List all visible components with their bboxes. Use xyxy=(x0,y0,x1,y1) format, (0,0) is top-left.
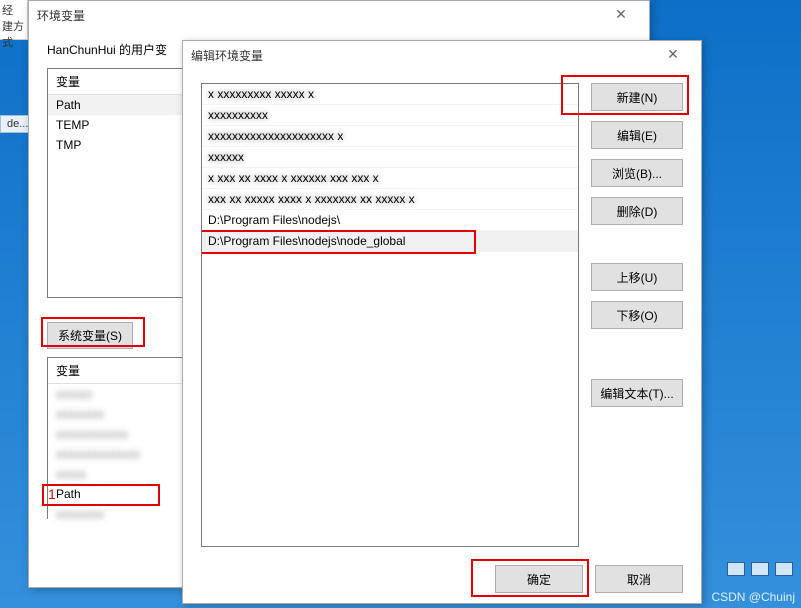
path-item[interactable]: x xxxxxxxxx xxxxx x xyxy=(202,84,578,105)
edit-title: 编辑环境变量 xyxy=(191,47,263,64)
path-item[interactable]: x xxx xx xxxx x xxxxxx xxx xxx x xyxy=(202,168,578,189)
path-entries-list[interactable]: x xxxxxxxxx xxxxx x xxxxxxxxxx xxxxxxxxx… xyxy=(201,83,579,547)
annotation-number-1: 1 xyxy=(48,486,56,502)
delete-button[interactable]: 删除(D) xyxy=(591,197,683,225)
env-title: 环境变量 xyxy=(37,7,85,24)
close-icon[interactable]: ✕ xyxy=(653,43,693,67)
move-down-button[interactable]: 下移(O) xyxy=(591,301,683,329)
annotation-box-2 xyxy=(561,75,689,115)
path-item[interactable]: D:\Program Files\nodejs\ xyxy=(202,210,578,231)
edit-button[interactable]: 编辑(E) xyxy=(591,121,683,149)
tray-icon[interactable] xyxy=(775,562,793,576)
path-item[interactable]: xxx xx xxxxx xxxx x xxxxxxx xx xxxxx x xyxy=(202,189,578,210)
edit-text-button[interactable]: 编辑文本(T)... xyxy=(591,379,683,407)
annotation-box-4 xyxy=(471,559,589,597)
annotation-box-1 xyxy=(41,317,145,347)
edit-env-dialog: 编辑环境变量 ✕ x xxxxxxxxx xxxxx x xxxxxxxxxx … xyxy=(182,40,702,604)
path-item[interactable]: xxxxxxxxxx xyxy=(202,105,578,126)
path-item[interactable]: xxxxxx xyxy=(202,147,578,168)
tray-icon[interactable] xyxy=(727,562,745,576)
dialog-footer: 确定 取消 xyxy=(201,559,683,593)
edit-buttons-column: 新建(N) 编辑(E) 浏览(B)... 删除(D) 上移(U) 下移(O) 编… xyxy=(591,83,683,547)
cancel-button[interactable]: 取消 xyxy=(595,565,683,593)
path-item[interactable]: xxxxxxxxxxxxxxxxxxxxx x xyxy=(202,126,578,147)
browse-button[interactable]: 浏览(B)... xyxy=(591,159,683,187)
tray-icon[interactable] xyxy=(751,562,769,576)
close-icon[interactable]: ✕ xyxy=(601,3,641,27)
annotation-box-path xyxy=(42,484,160,506)
annotation-box-3 xyxy=(201,230,476,254)
left-window-fragment: 经 建方式 xyxy=(0,0,28,40)
move-up-button[interactable]: 上移(U) xyxy=(591,263,683,291)
system-tray xyxy=(727,562,793,576)
edit-titlebar: 编辑环境变量 ✕ xyxy=(183,41,701,69)
env-titlebar: 环境变量 ✕ xyxy=(29,1,649,29)
watermark: CSDN @Chuinj xyxy=(711,590,795,604)
